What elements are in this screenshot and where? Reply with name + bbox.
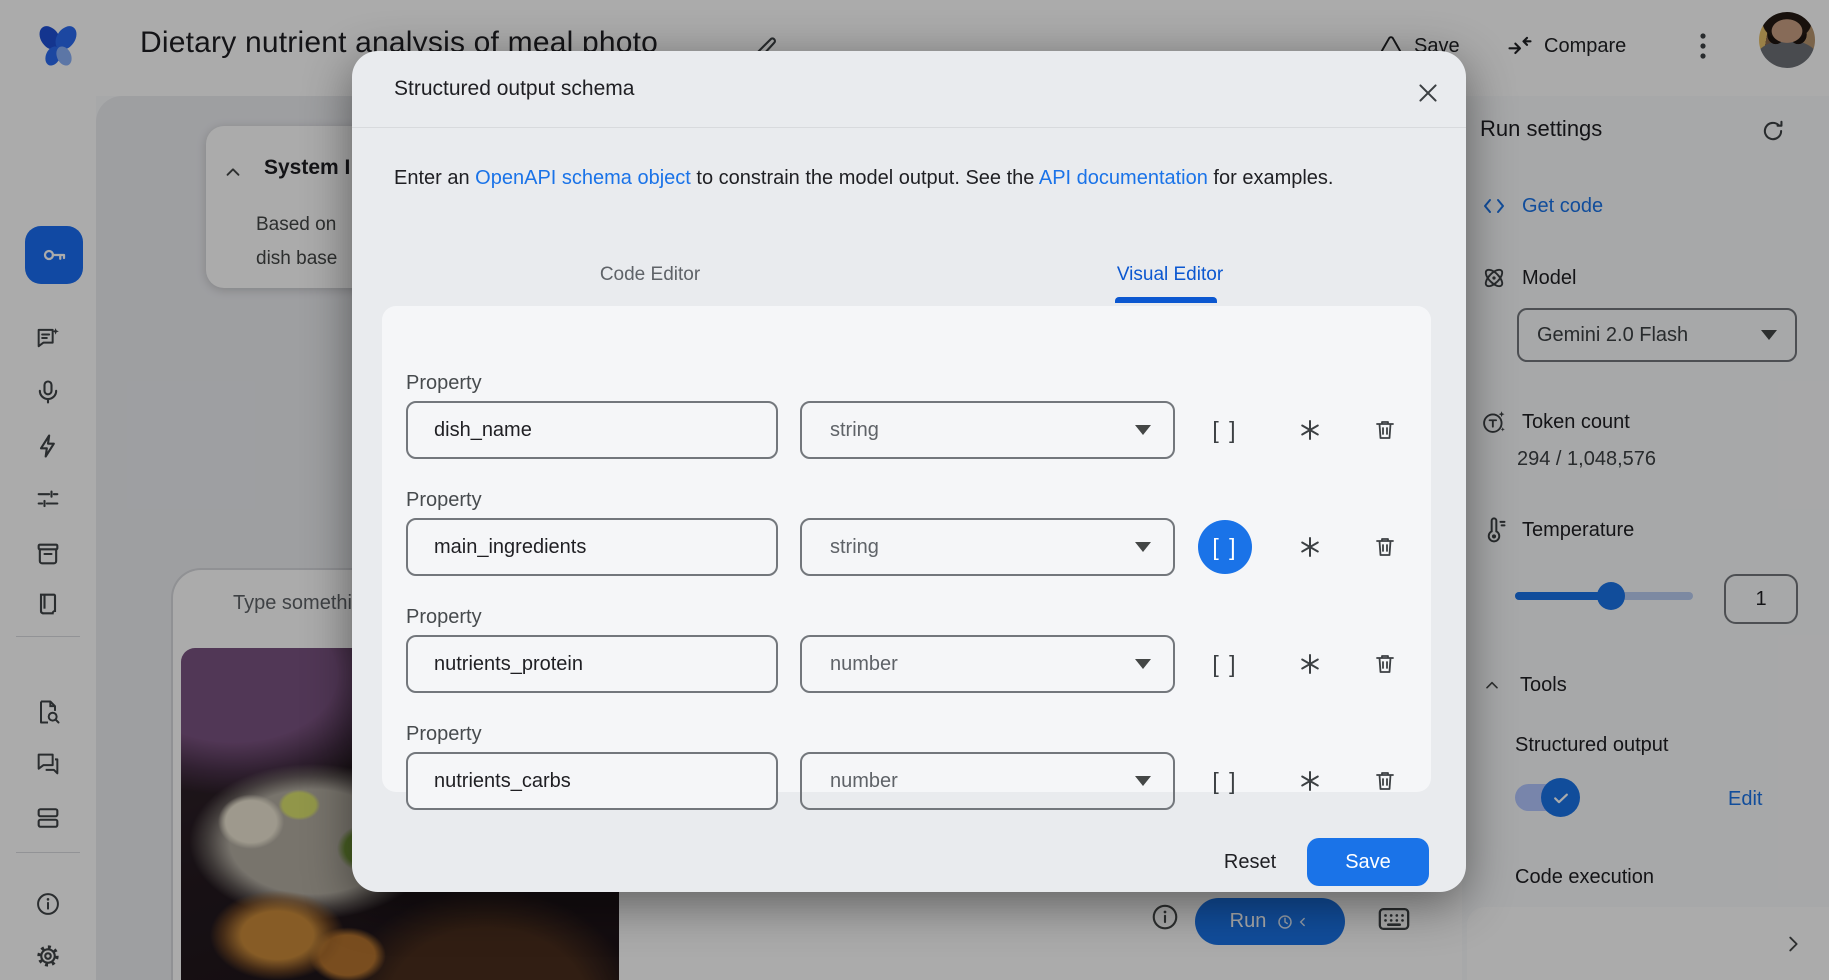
property-type-value: string xyxy=(830,419,879,442)
trash-icon xyxy=(1373,769,1397,793)
property-label: Property xyxy=(406,489,482,512)
trash-icon xyxy=(1373,535,1397,559)
property-type-select[interactable]: string xyxy=(800,518,1175,576)
property-row: nutrients_carbs number [ ] xyxy=(382,752,1431,810)
array-toggle-button-active[interactable]: [ ] xyxy=(1198,520,1252,574)
chevron-down-icon xyxy=(1135,425,1151,435)
property-row: main_ingredients string [ ] xyxy=(382,518,1431,576)
array-toggle-button[interactable]: [ ] xyxy=(1197,635,1253,693)
property-name-input[interactable]: main_ingredients xyxy=(406,518,778,576)
chevron-down-icon xyxy=(1135,776,1151,786)
delete-property-button[interactable] xyxy=(1357,635,1413,693)
reset-button[interactable]: Reset xyxy=(1200,840,1300,884)
property-name-input[interactable]: nutrients_protein xyxy=(406,635,778,693)
active-tab-underline xyxy=(1115,297,1217,303)
tab-code-editor[interactable]: Code Editor xyxy=(500,249,800,301)
required-toggle-button[interactable] xyxy=(1282,401,1338,459)
asterisk-icon xyxy=(1298,418,1322,442)
description-text: to constrain the model output. See the xyxy=(691,167,1039,189)
modal-save-button[interactable]: Save xyxy=(1307,838,1429,886)
property-row: nutrients_protein number [ ] xyxy=(382,635,1431,693)
property-name-input[interactable]: nutrients_carbs xyxy=(406,752,778,810)
property-type-select[interactable]: string xyxy=(800,401,1175,459)
chevron-down-icon xyxy=(1135,659,1151,669)
modal-description: Enter an OpenAPI schema object to constr… xyxy=(394,167,1333,190)
api-documentation-link[interactable]: API documentation xyxy=(1039,167,1208,189)
modal-header-divider xyxy=(352,127,1466,128)
asterisk-icon xyxy=(1298,769,1322,793)
property-label: Property xyxy=(406,372,482,395)
property-type-value: number xyxy=(830,653,898,676)
required-toggle-button[interactable] xyxy=(1282,518,1338,576)
required-toggle-button[interactable] xyxy=(1282,752,1338,810)
asterisk-icon xyxy=(1298,652,1322,676)
required-toggle-button[interactable] xyxy=(1282,635,1338,693)
array-toggle-button[interactable]: [ ] xyxy=(1197,752,1253,810)
array-toggle-button[interactable]: [ ] xyxy=(1197,401,1253,459)
app-window: Dietary nutrient analysis of meal photo … xyxy=(0,0,1829,980)
property-type-value: string xyxy=(830,536,879,559)
property-row: dish_name string [ ] xyxy=(382,401,1431,459)
delete-property-button[interactable] xyxy=(1357,518,1413,576)
chevron-down-icon xyxy=(1135,542,1151,552)
close-icon[interactable] xyxy=(1410,75,1446,111)
schema-properties-panel: Property dish_name string [ ] xyxy=(382,306,1431,792)
property-label: Property xyxy=(406,606,482,629)
property-type-select[interactable]: number xyxy=(800,635,1175,693)
description-text: Enter an xyxy=(394,167,475,189)
structured-output-schema-modal: Structured output schema Enter an OpenAP… xyxy=(352,51,1466,892)
asterisk-icon xyxy=(1298,535,1322,559)
description-text: for examples. xyxy=(1208,167,1334,189)
trash-icon xyxy=(1373,652,1397,676)
tab-visual-editor[interactable]: Visual Editor xyxy=(1020,249,1320,301)
openapi-schema-link[interactable]: OpenAPI schema object xyxy=(475,167,691,189)
trash-icon xyxy=(1373,418,1397,442)
delete-property-button[interactable] xyxy=(1357,401,1413,459)
modal-title: Structured output schema xyxy=(394,77,634,101)
property-name-input[interactable]: dish_name xyxy=(406,401,778,459)
property-label: Property xyxy=(406,723,482,746)
property-type-select[interactable]: number xyxy=(800,752,1175,810)
delete-property-button[interactable] xyxy=(1357,752,1413,810)
property-type-value: number xyxy=(830,770,898,793)
